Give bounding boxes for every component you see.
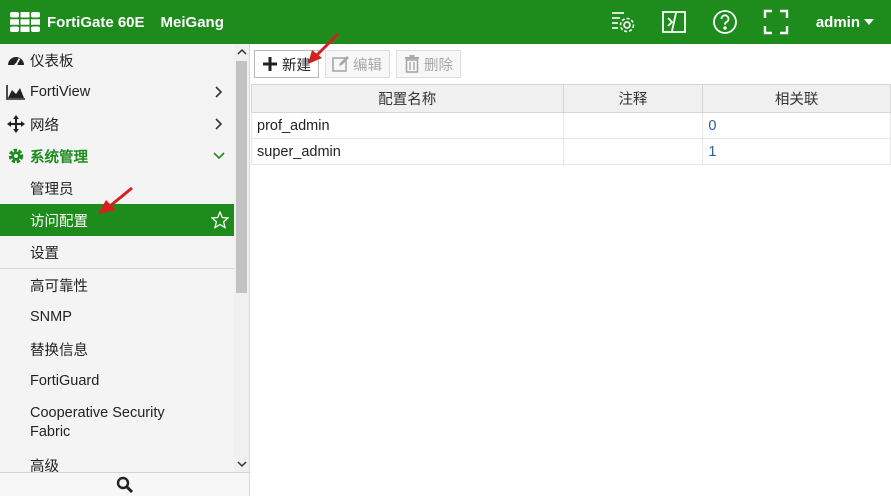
sidebar-item-label: FortiView (30, 84, 91, 100)
sidebar-scrollbar[interactable] (234, 44, 249, 472)
column-header-name[interactable]: 配置名称 (251, 84, 564, 113)
sidebar-item-label: 系统管理 (30, 149, 88, 166)
new-button[interactable]: 新建 (254, 50, 319, 78)
chevron-right-icon (215, 86, 223, 98)
delete-button[interactable]: 删除 (396, 50, 461, 78)
new-button-label: 新建 (282, 57, 311, 74)
sidebar-subitem-replacement-messages[interactable]: 替换信息 (0, 333, 234, 365)
scrollbar-thumb[interactable] (236, 61, 247, 293)
sidebar-search-button[interactable] (0, 472, 249, 496)
cli-console-icon[interactable] (661, 9, 687, 35)
table-row[interactable]: prof_admin 0 (251, 112, 891, 139)
main-content: 新建 编辑 删除 配置名称 注释 相关联 prof_admin 0 super_… (251, 44, 891, 496)
network-move-icon (6, 115, 26, 133)
sidebar-subitem-ha[interactable]: 高可靠性 (0, 269, 234, 301)
table-header-row: 配置名称 注释 相关联 (251, 84, 891, 113)
toolbar: 新建 编辑 删除 (251, 44, 891, 84)
gear-icon (6, 147, 26, 165)
sidebar-subitem-fortiguard[interactable]: FortiGuard (0, 365, 234, 397)
sidebar-item-label: 高可靠性 (30, 278, 88, 295)
sidebar-item-label: 设置 (30, 245, 59, 262)
plus-icon (261, 55, 279, 73)
sidebar-item-dashboard[interactable]: 仪表板 (0, 44, 234, 76)
caret-down-icon (864, 19, 874, 25)
help-icon[interactable] (712, 9, 738, 35)
trash-icon (403, 55, 421, 73)
chevron-right-icon (215, 118, 223, 130)
username: admin (815, 13, 860, 31)
ref-count-link[interactable]: 1 (702, 138, 891, 165)
chevron-down-icon (213, 152, 225, 160)
fortinet-logo-icon (10, 12, 40, 32)
column-header-comments[interactable]: 注释 (562, 84, 704, 113)
sidebar-subitem-security-fabric[interactable]: Cooperative Security Fabric (0, 397, 234, 449)
column-header-ref[interactable]: 相关联 (702, 84, 891, 113)
user-menu[interactable]: admin (816, 14, 874, 31)
delete-button-label: 删除 (424, 57, 453, 74)
search-icon (116, 476, 133, 493)
sidebar-subitem-admins[interactable]: 管理员 (0, 172, 234, 204)
access-profile-table: 配置名称 注释 相关联 prof_admin 0 super_admin 1 (251, 84, 891, 165)
sidebar-item-label: 管理员 (30, 181, 74, 198)
profile-name-cell: super_admin (251, 138, 564, 165)
scroll-up-button[interactable] (234, 44, 249, 60)
sidebar-item-label: FortiGuard (30, 373, 100, 389)
sidebar-item-network[interactable]: 网络 (0, 108, 234, 140)
sidebar-item-system[interactable]: 系统管理 (0, 140, 234, 172)
edit-button[interactable]: 编辑 (325, 50, 390, 78)
sidebar-item-label: Cooperative Security Fabric (30, 405, 165, 440)
sidebar-subitem-access-profile[interactable]: 访问配置 (0, 204, 234, 236)
fortiview-chart-icon (6, 83, 26, 101)
config-settings-icon[interactable] (610, 9, 636, 35)
sidebar-subitem-advanced[interactable]: 高级 (0, 449, 234, 473)
edit-icon (332, 55, 350, 73)
sidebar-item-label: 仪表板 (30, 53, 74, 70)
sidebar-item-label: 替换信息 (30, 342, 88, 359)
sidebar: 仪表板 FortiView 网络 系统管理 管理员 访问配置 设置 高可靠性 S… (0, 44, 250, 496)
sidebar-subitem-settings[interactable]: 设置 (0, 236, 234, 268)
sidebar-item-label: SNMP (30, 309, 72, 325)
sidebar-item-label: 网络 (30, 117, 59, 134)
comment-cell (562, 112, 704, 139)
comment-cell (562, 138, 704, 165)
sidebar-item-label: 访问配置 (30, 213, 88, 230)
star-favorite-icon[interactable] (211, 211, 229, 229)
fullscreen-icon[interactable] (763, 9, 789, 35)
ref-count-link[interactable]: 0 (702, 112, 891, 139)
top-bar: FortiGate 60E MeiGang admin (0, 0, 891, 44)
nav-menu: 仪表板 FortiView 网络 系统管理 管理员 访问配置 设置 高可靠性 S… (0, 44, 234, 472)
sidebar-subitem-snmp[interactable]: SNMP (0, 301, 234, 333)
device-model: FortiGate 60E (47, 13, 145, 31)
sidebar-item-label: 高级 (30, 458, 59, 473)
profile-name-cell: prof_admin (251, 112, 564, 139)
dashboard-icon (6, 51, 26, 69)
edit-button-label: 编辑 (353, 57, 382, 74)
hostname: MeiGang (160, 13, 224, 31)
table-row[interactable]: super_admin 1 (251, 138, 891, 165)
sidebar-item-fortiview[interactable]: FortiView (0, 76, 234, 108)
scroll-down-button[interactable] (234, 456, 249, 472)
